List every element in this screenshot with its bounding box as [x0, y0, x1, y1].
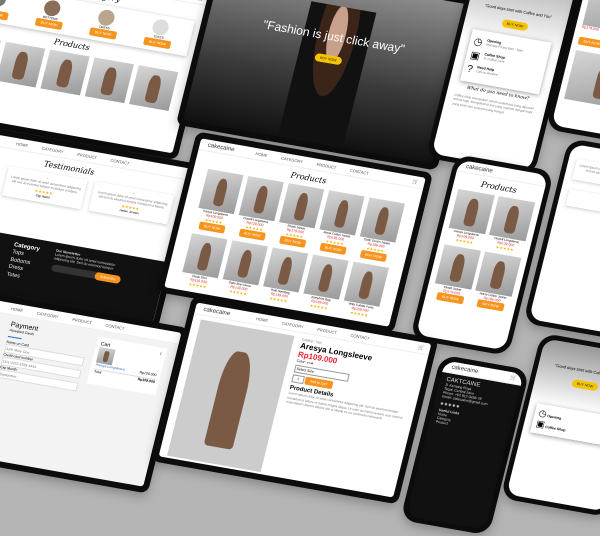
category-item: TOTES BUY NOW [143, 17, 176, 50]
subscribe-button[interactable]: Subscribe [94, 271, 122, 285]
coffee-buy-button[interactable]: BUY NOW [500, 18, 530, 32]
category-item: DRESS BUY NOW [88, 8, 122, 40]
hero-buy-button[interactable]: BUY NOW [314, 52, 343, 66]
coffee-buy-button[interactable]: BUY NOW [570, 378, 600, 392]
category-item: BOTTOMS BUY NOW [34, 0, 68, 31]
nav-home[interactable]: HOME [255, 151, 268, 158]
product-image [198, 168, 244, 215]
product-image [319, 190, 365, 236]
product-image [279, 183, 325, 229]
product-image [359, 197, 406, 243]
product-image [182, 233, 228, 279]
clock-icon: ◷ [472, 36, 484, 49]
footer-category-list: Category Tops Bottoms Dress Totes [1, 241, 40, 300]
product-image [343, 261, 389, 307]
nav-contact[interactable]: CONTACT [349, 168, 369, 176]
product-image [263, 247, 309, 293]
cart-icon[interactable]: 🛒 [412, 178, 420, 185]
logo[interactable]: cakecaine [207, 142, 235, 153]
product-card[interactable]: Danie Shirt Rp119.000 ★★★★★ [179, 233, 228, 291]
product-image [238, 176, 284, 222]
cart-icon[interactable]: 🛒 [198, 0, 206, 2]
coffee-headline: "Good days start with Coffee and You" [484, 2, 553, 20]
phone-products: cakecaine Products Aresya Longsleeve Rp10… [409, 153, 555, 357]
cart-summary: Cart 1 Aresya Longsleeve Rp109.000 Total Rp… [86, 336, 168, 396]
nav-product[interactable]: PRODUCT [316, 162, 337, 170]
question-icon: ? [465, 63, 474, 76]
shop-icon: ▣ [469, 49, 482, 63]
laptop-product-detail: cakecaine HOME CATEGORY PRODUCT CONTACT 🛒 Cat… [151, 295, 439, 505]
product-image [303, 254, 349, 300]
quantity-input[interactable]: 1 [291, 374, 305, 385]
product-image [222, 240, 268, 286]
product-card[interactable]: Josephine Bag Rp169.000 ★★★★★ [300, 254, 349, 312]
product-card[interactable]: Goffri Denim Jacket Rp199.000 ★★★★★ BUY NOW [355, 197, 406, 263]
buy-now-button[interactable]: BUY NOW [577, 36, 600, 49]
category-item: TOPSBUY NOW [0, 0, 14, 21]
product-card[interactable]: Rutli Handbag Rp139.000 ★★★★★ [260, 247, 309, 305]
nav-category[interactable]: CATEGORY [281, 156, 304, 165]
product-card[interactable]: Dalia Shirt Dress Rp149.000 ★★★★★ [220, 240, 268, 298]
product-card[interactable]: Velta Culotte Pants Rp159.000 ★★★★★ [341, 261, 389, 320]
color-swatch[interactable]: ● [310, 362, 313, 366]
